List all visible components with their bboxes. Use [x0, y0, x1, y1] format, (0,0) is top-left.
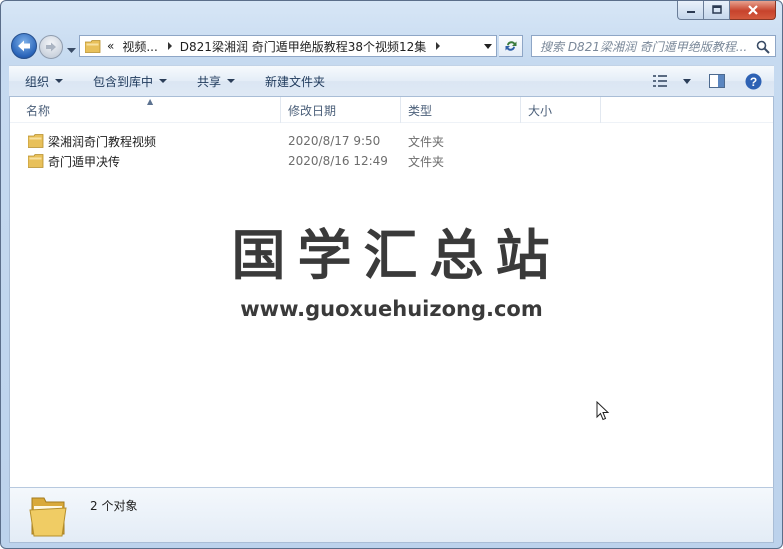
address-segment-current[interactable]: D821梁湘润 奇门遁甲绝版教程38个视频12集 — [180, 38, 427, 55]
close-button[interactable] — [730, 1, 776, 20]
address-separator-icon[interactable] — [167, 42, 172, 50]
file-rows: 梁湘润奇门教程视频 2020/8/17 9:50 文件夹 奇门遁甲决传 2020… — [10, 131, 773, 171]
address-overflow-chevron[interactable]: « — [107, 39, 114, 53]
file-date: 2020/8/16 12:49 — [288, 154, 388, 168]
new-folder-button[interactable]: 新建文件夹 — [245, 66, 335, 96]
watermark: 国学汇总站 www.guoxuehuizong.com — [10, 224, 773, 322]
column-size-label: 大小 — [528, 103, 553, 118]
back-button[interactable] — [11, 33, 37, 59]
column-header-name[interactable]: 名称 ▲ — [10, 97, 281, 123]
organize-menu[interactable]: 组织 — [9, 66, 73, 96]
change-view-dropdown[interactable] — [677, 66, 697, 96]
views-icon — [653, 75, 667, 87]
include-in-library-label: 包含到库中 — [93, 74, 154, 89]
column-header-date[interactable]: 修改日期 — [281, 97, 401, 123]
change-view-button[interactable] — [645, 66, 677, 96]
minimize-button[interactable] — [677, 1, 704, 20]
close-icon — [747, 5, 758, 15]
address-bar[interactable]: « 视频... D821梁湘润 奇门遁甲绝版教程38个视频12集 — [79, 35, 497, 57]
caption-buttons — [677, 1, 776, 21]
sort-ascending-icon: ▲ — [147, 97, 154, 106]
folder-large-icon — [29, 497, 67, 537]
share-label: 共享 — [197, 74, 222, 89]
refresh-icon — [505, 41, 516, 51]
back-arrow-icon — [18, 40, 30, 52]
folder-icon — [85, 39, 101, 53]
watermark-title: 国学汇总站 — [231, 224, 562, 287]
share-menu[interactable]: 共享 — [177, 66, 245, 96]
search-input[interactable]: 搜索 D821梁湘润 奇门遁甲绝版教程... — [540, 38, 755, 55]
chevron-down-icon — [159, 79, 168, 83]
file-type: 文件夹 — [408, 154, 445, 169]
file-name: 梁湘润奇门教程视频 — [48, 134, 157, 149]
file-name: 奇门遁甲决传 — [48, 154, 121, 169]
forward-arrow-icon — [46, 42, 56, 52]
forward-button[interactable] — [39, 35, 63, 59]
help-icon: ? — [745, 73, 762, 89]
recent-pages-dropdown[interactable] — [67, 43, 76, 57]
maximize-button[interactable] — [704, 1, 730, 20]
column-headers: 名称 ▲ 修改日期 类型 大小 — [10, 97, 773, 123]
folder-icon — [28, 134, 44, 148]
toolbar-right-group: ? — [645, 66, 774, 96]
details-pane: 2 个对象 — [9, 487, 774, 543]
refresh-button[interactable] — [499, 35, 523, 57]
command-bar: 组织 包含到库中 共享 新建文件夹 ? — [9, 65, 774, 97]
minimize-icon — [686, 11, 695, 13]
column-type-label: 类型 — [408, 103, 433, 118]
help-button[interactable]: ? — [737, 66, 774, 96]
svg-text:?: ? — [750, 75, 757, 89]
address-separator-icon[interactable] — [436, 42, 441, 50]
file-row[interactable]: 奇门遁甲决传 2020/8/16 12:49 文件夹 — [10, 151, 773, 171]
watermark-url: www.guoxuehuizong.com — [240, 297, 543, 321]
search-icon[interactable] — [756, 40, 770, 54]
file-type: 文件夹 — [408, 134, 445, 149]
include-in-library-menu[interactable]: 包含到库中 — [73, 66, 177, 96]
preview-pane-button[interactable] — [697, 66, 737, 96]
file-name-cell[interactable]: 梁湘润奇门教程视频 — [10, 133, 281, 150]
address-history-dropdown[interactable] — [484, 44, 492, 49]
search-box[interactable]: 搜索 D821梁湘润 奇门遁甲绝版教程... — [531, 35, 776, 57]
file-name-cell[interactable]: 奇门遁甲决传 — [10, 153, 281, 170]
maximize-icon — [711, 5, 722, 14]
file-date: 2020/8/17 9:50 — [288, 134, 381, 148]
mouse-cursor-icon — [596, 401, 610, 421]
address-segment-videos[interactable]: 视频... — [122, 38, 157, 55]
new-folder-label: 新建文件夹 — [265, 74, 326, 89]
column-header-type[interactable]: 类型 — [401, 97, 521, 123]
item-count: 2 个对象 — [90, 499, 138, 513]
chevron-down-icon — [683, 78, 691, 84]
chevron-down-icon — [227, 79, 236, 83]
file-row[interactable]: 梁湘润奇门教程视频 2020/8/17 9:50 文件夹 — [10, 131, 773, 151]
file-list-pane[interactable]: 名称 ▲ 修改日期 类型 大小 梁湘润奇门教程视频 2020/8/17 9:50… — [9, 97, 774, 487]
chevron-down-icon — [67, 48, 76, 53]
organize-label: 组织 — [25, 74, 50, 89]
column-name-label: 名称 — [26, 103, 51, 118]
folder-icon — [28, 154, 44, 168]
preview-pane-icon — [709, 74, 725, 88]
column-date-label: 修改日期 — [288, 103, 337, 118]
chevron-down-icon — [55, 79, 64, 83]
column-header-size[interactable]: 大小 — [521, 97, 601, 123]
address-row: « 视频... D821梁湘润 奇门遁甲绝版教程38个视频12集 搜索 D821… — [9, 31, 776, 61]
explorer-window: « 视频... D821梁湘润 奇门遁甲绝版教程38个视频12集 搜索 D821… — [0, 0, 783, 549]
